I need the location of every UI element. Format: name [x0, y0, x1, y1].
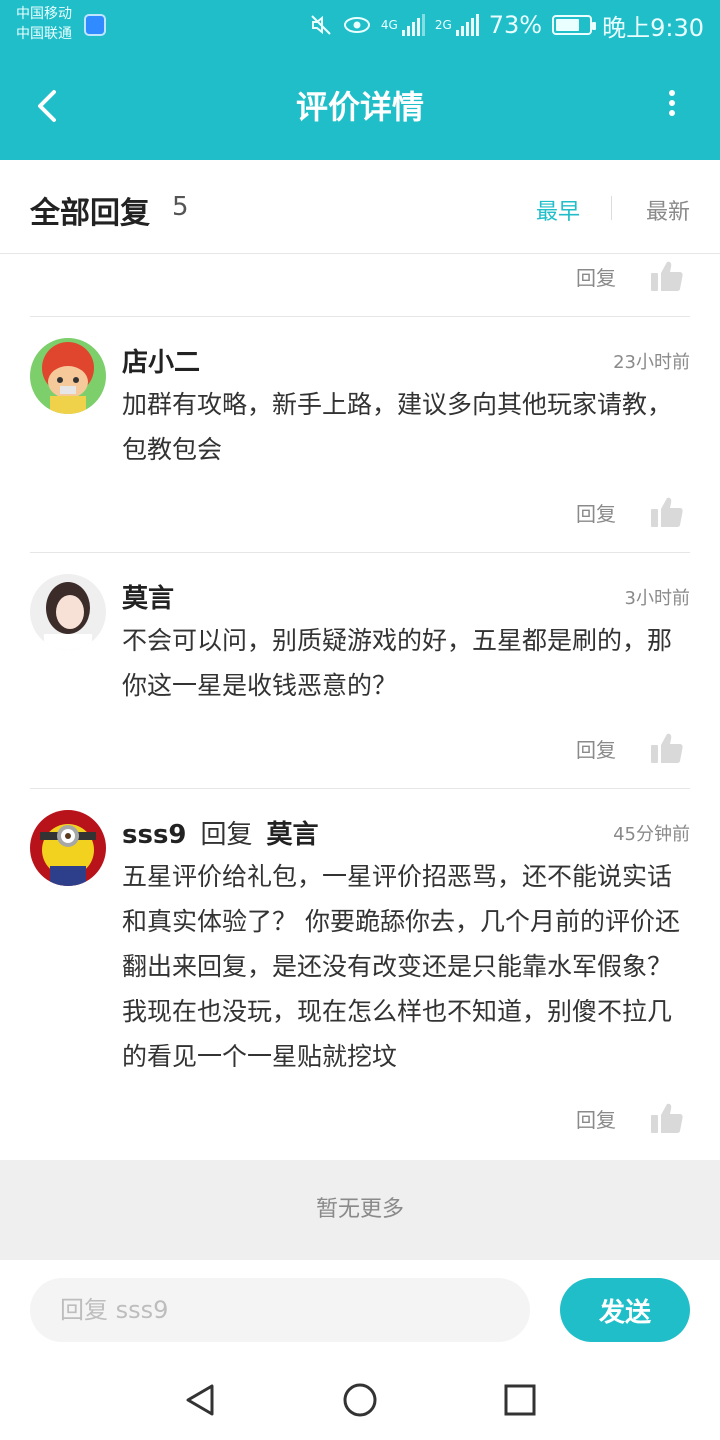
reply-count: 5	[172, 192, 189, 222]
carrier-1: 中国移动	[16, 6, 72, 22]
status-bar: 中国移动 中国联通 4G 2G 73% 晚上9:30	[0, 0, 720, 52]
author-name[interactable]: 莫言	[122, 578, 174, 615]
avatar[interactable]	[30, 338, 106, 414]
comment-time: 23小时前	[613, 352, 690, 373]
thumbs-up-icon[interactable]	[650, 1102, 684, 1134]
comment-item: 莫言 3小时前 不会可以问，别质疑游戏的好，五星都是刷的，那你这一星是收钱恶意的…	[0, 574, 720, 788]
nav-recents-icon[interactable]	[502, 1382, 538, 1418]
author-name[interactable]: 店小二	[122, 342, 200, 379]
network-type-1: 4G	[380, 18, 398, 32]
author-name[interactable]: sss9	[122, 820, 187, 850]
reply-to-name[interactable]: 莫言	[267, 814, 319, 851]
security-shield-icon	[84, 14, 106, 36]
comment-divider	[30, 552, 690, 553]
signal-icon	[455, 14, 479, 36]
reply-actions: 回复	[576, 494, 684, 530]
comment-author-line: 店小二	[122, 342, 200, 379]
no-more-label: 暂无更多	[0, 1160, 720, 1260]
sort-divider	[611, 196, 612, 220]
mute-icon	[311, 15, 331, 35]
comment-time: 45分钟前	[613, 824, 690, 845]
reply-button[interactable]: 回复	[576, 734, 616, 763]
reply-actions: 回复	[576, 730, 684, 766]
eye-icon	[343, 17, 370, 33]
avatar[interactable]	[30, 810, 106, 886]
sort-latest-tab[interactable]: 最新	[646, 194, 690, 226]
nav-back-icon[interactable]	[182, 1382, 218, 1418]
system-nav-bar	[0, 1360, 720, 1440]
network-type-2: 2G	[434, 18, 452, 32]
carrier-info: 中国移动 中国联通	[16, 4, 72, 44]
avatar[interactable]	[30, 574, 106, 650]
top-bar: 评价详情	[0, 52, 720, 160]
more-options-icon[interactable]	[662, 86, 682, 126]
comment-text: 不会可以问，别质疑游戏的好，五星都是刷的，那你这一星是收钱恶意的？	[122, 626, 673, 700]
thumbs-up-icon[interactable]	[650, 732, 684, 764]
reply-button[interactable]: 回复	[576, 1104, 616, 1133]
reply-actions: 回复	[576, 1100, 684, 1136]
comment-item: 店小二 23小时前 加群有攻略，新手上路，建议多向其他玩家请教，包教包会 回复	[0, 338, 720, 552]
status-icons: 4G 2G 73% 晚上9:30	[309, 8, 704, 42]
reply-to-word: 回复	[200, 820, 253, 850]
comment-author-line: 莫言	[122, 578, 174, 615]
replies-header: 全部回复 5 最早 最新	[0, 160, 720, 254]
clock: 晚上9:30	[602, 13, 704, 42]
reply-button[interactable]: 回复	[576, 498, 616, 527]
comment-divider	[30, 316, 690, 317]
comment-item: sss9 回复 莫言 45分钟前 五星评价给礼包，一星评价招恶骂，还不能说实话和…	[0, 810, 720, 1160]
reply-input-bar: 发送	[0, 1260, 720, 1360]
page-title: 评价详情	[295, 88, 424, 126]
battery-icon	[552, 15, 597, 35]
thumbs-up-icon[interactable]	[650, 496, 684, 528]
comment-time: 3小时前	[624, 588, 690, 609]
reply-button[interactable]: 回复	[576, 262, 616, 291]
reply-input[interactable]	[30, 1278, 530, 1342]
comment-divider	[30, 788, 690, 789]
thumbs-up-icon[interactable]	[650, 260, 684, 292]
comment-text: 五星评价给礼包，一星评价招恶骂，还不能说实话和真实体验了？ 你要跪舔你去，几个月…	[122, 862, 680, 1071]
reply-actions: 回复	[576, 258, 684, 294]
all-replies-label: 全部回复	[30, 196, 150, 231]
sort-earliest-tab[interactable]: 最早	[536, 194, 580, 226]
send-button[interactable]: 发送	[560, 1278, 690, 1342]
comment-author-line: sss9 回复 莫言	[122, 814, 319, 851]
nav-home-icon[interactable]	[342, 1382, 378, 1418]
comment-text: 加群有攻略，新手上路，建议多向其他玩家请教，包教包会	[122, 390, 673, 464]
signal-icon	[401, 14, 425, 36]
carrier-2: 中国联通	[16, 26, 72, 42]
battery-percent: 73%	[488, 11, 543, 39]
